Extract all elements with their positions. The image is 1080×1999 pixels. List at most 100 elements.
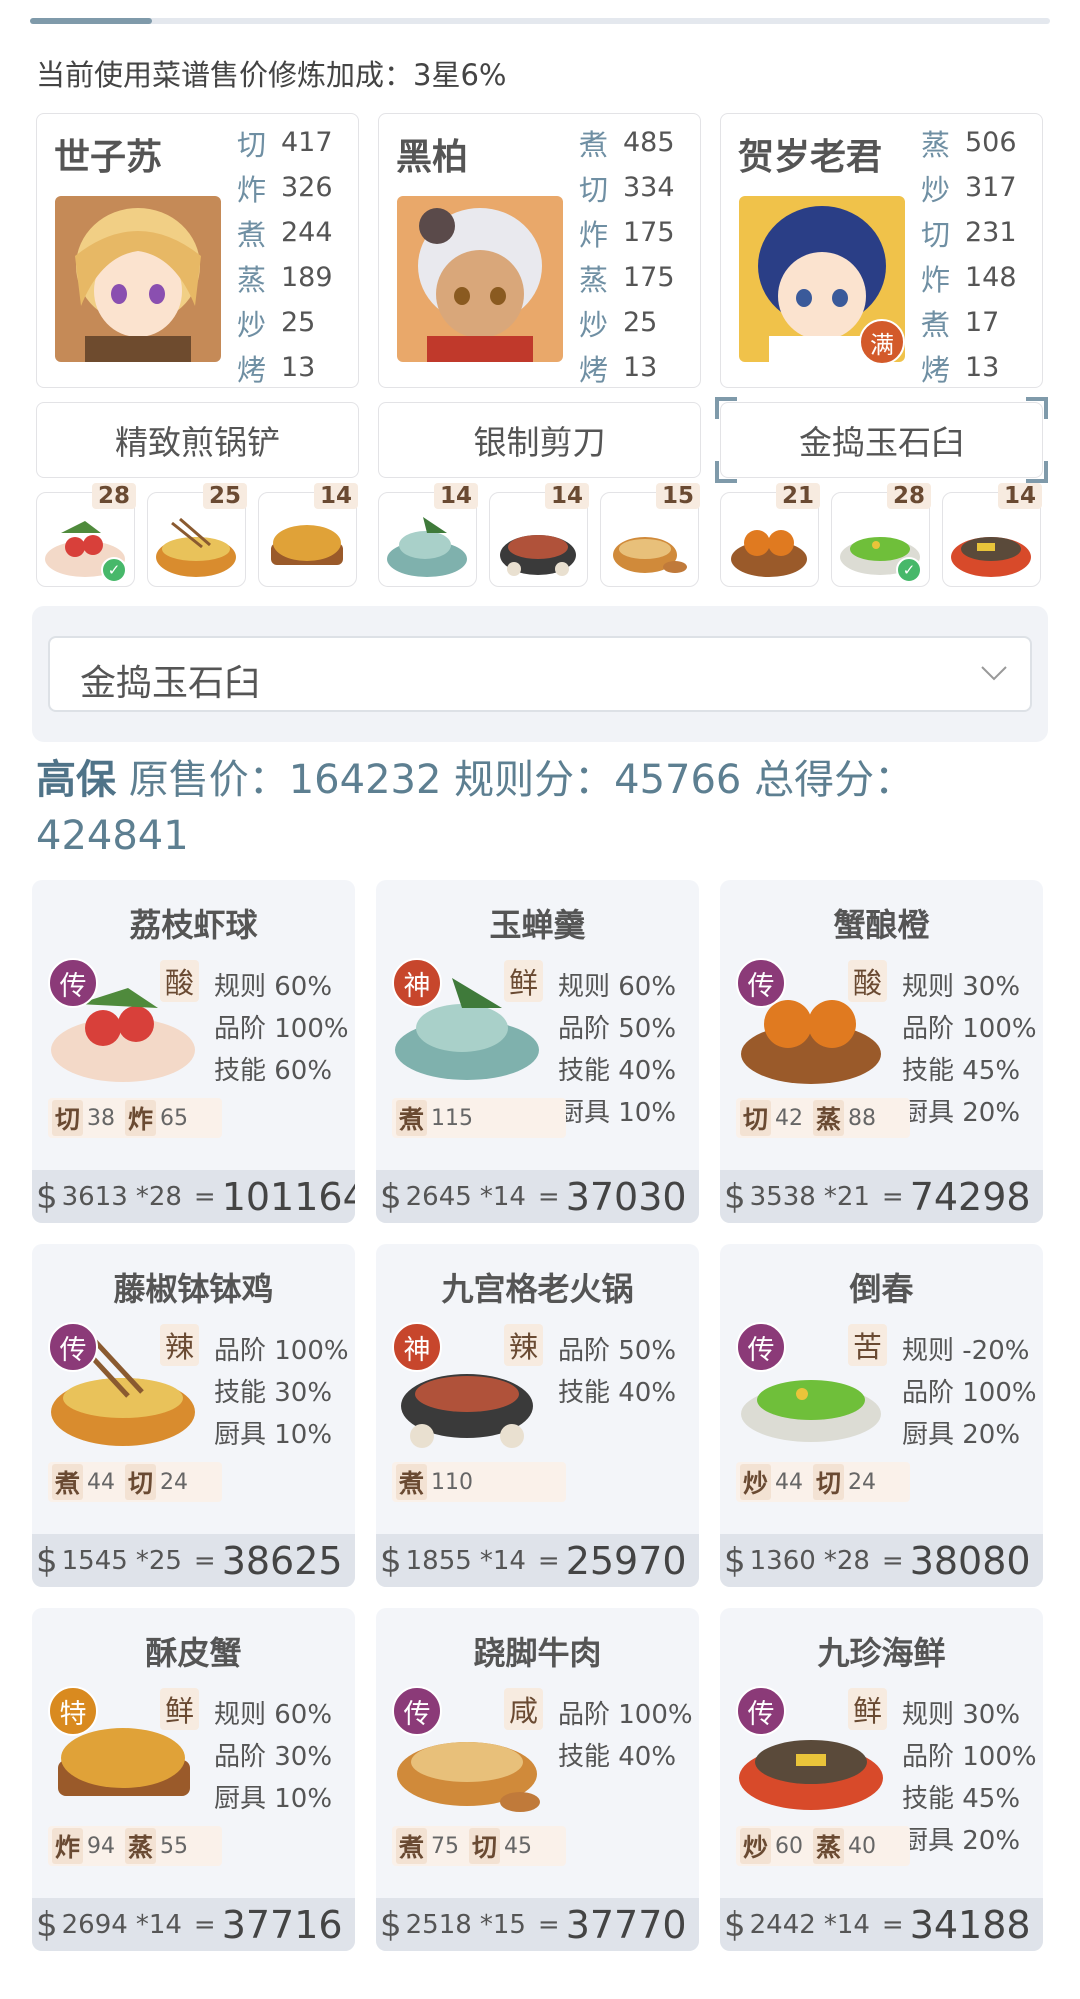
effect-list: 规则 60% 品阶 30% 厨具 10%	[214, 1694, 332, 1820]
tool-button[interactable]: 银制剪刀	[378, 402, 701, 478]
dish-name: 玉蝉羹	[489, 906, 586, 944]
rarity-badge: 特	[48, 1686, 98, 1736]
effect-line: 品阶 30%	[214, 1742, 333, 1772]
effect-list: 规则 -20% 品阶 100% 厨具 20%	[902, 1330, 1037, 1456]
summary-label: 高保	[36, 757, 116, 803]
dish-card[interactable]: 九珍海鲜 传 鲜 规则 30% 品阶 100% 技能 45% 厨具 20% 炒 60 蒸 4…	[720, 1608, 1043, 1951]
progress-bar	[30, 18, 1050, 24]
chef-stats: 切 417 炸 326 煮 244 蒸 189 炒 25 烤 13	[237, 127, 333, 387]
dish-quantity: 15	[655, 483, 700, 509]
skill-requirement: 煮 110	[396, 1464, 473, 1500]
skill-requirement: 切 45	[469, 1828, 532, 1864]
dish-card[interactable]: 倒春 传 苦 规则 -20% 品阶 100% 厨具 20% 炒 44 切 24 $ 136…	[720, 1244, 1043, 1587]
tool-select-panel: 金捣玉石臼	[32, 606, 1048, 742]
price-bar: $ 2518 *15 = 37770	[376, 1898, 699, 1951]
unit-price: 3538	[749, 1181, 816, 1212]
rarity-badge: 传	[392, 1686, 442, 1736]
chef-card[interactable]: 贺岁老君 满 蒸 506 炒 317 切 231 炸 148 煮 17 烤 13	[720, 113, 1043, 388]
effect-line: 技能 45%	[902, 1056, 1021, 1086]
unit-price: 3613	[61, 1181, 128, 1212]
skill-requirement: 切 24	[125, 1464, 188, 1500]
dish-thumb[interactable]: 15	[600, 483, 700, 587]
skill-requirements: 炸 94 蒸 55	[48, 1826, 222, 1866]
skill-requirements: 煮 115	[392, 1098, 566, 1138]
skill-requirements: 煮 75 切 45	[392, 1826, 566, 1866]
dish-name: 九珍海鲜	[817, 1634, 946, 1672]
selection-corner	[715, 397, 737, 419]
dish-card[interactable]: 九宫格老火锅 神 辣 品阶 50% 技能 40% 煮 110 $ 1855 *14 …	[376, 1244, 699, 1587]
dish-card[interactable]: 蟹酿橙 传 酸 规则 30% 品阶 100% 技能 45% 厨具 20% 切 42 蒸 88…	[720, 880, 1043, 1223]
taste-tag: 辣	[504, 1324, 544, 1366]
tool-button[interactable]: 精致煎锅铲	[36, 402, 359, 478]
tool-button-selected[interactable]: 金捣玉石臼	[715, 397, 1048, 483]
skill-requirement: 煮 115	[396, 1100, 473, 1136]
quantity-multiplier: *14	[479, 1181, 526, 1212]
equals-sign: =	[193, 1909, 216, 1940]
effect-line: 技能 30%	[214, 1378, 333, 1408]
skill-requirement: 切 24	[813, 1464, 876, 1500]
chef-card[interactable]: 黑柏 煮 485 切 334 炸 175 蒸 175 炒 25 烤 13	[378, 113, 701, 388]
dish-card[interactable]: 酥皮蟹 特 鲜 规则 60% 品阶 30% 厨具 10% 炸 94 蒸 55 $ 2694…	[32, 1608, 355, 1951]
score-summary: 高保 原售价：164232 规则分：45766 总得分：424841	[36, 752, 1036, 864]
dish-card[interactable]: 玉蝉羹 神 鲜 规则 60% 品阶 50% 技能 40% 厨具 10% 煮 115 $ …	[376, 880, 699, 1223]
effect-line: 品阶 100%	[902, 1378, 1037, 1408]
dish-quantity: 25	[202, 483, 247, 509]
selection-corner	[1026, 461, 1048, 483]
dish-quantity: 14	[544, 483, 589, 509]
total-price: 25970	[565, 1538, 687, 1583]
taste-tag: 鲜	[848, 1688, 888, 1730]
rarity-badge: 传	[736, 1686, 786, 1736]
effect-list: 品阶 100% 技能 30% 厨具 10%	[214, 1330, 349, 1456]
chef-card[interactable]: 世子苏 切 417 炸 326 煮 244 蒸 189 炒 25 烤 13	[36, 113, 359, 388]
skill-requirements: 切 42 蒸 88	[736, 1098, 910, 1138]
skill-requirement: 蒸 88	[813, 1100, 876, 1136]
rarity-badge: 神	[392, 1322, 442, 1372]
summary-text: 原售价：164232 规则分：45766 总得分：424841	[36, 757, 915, 859]
rarity-badge: 传	[736, 1322, 786, 1372]
dish-card[interactable]: 荔枝虾球 传 酸 规则 60% 品阶 100% 技能 60% 切 38 炸 65 $ 36…	[32, 880, 355, 1223]
quantity-multiplier: *14	[823, 1909, 870, 1940]
skill-requirement: 蒸 55	[125, 1828, 188, 1864]
dish-thumb[interactable]: 28 ✓	[831, 483, 931, 587]
effect-line: 技能 40%	[558, 1378, 677, 1408]
equals-sign: =	[881, 1545, 904, 1576]
dollar-icon: $	[724, 1176, 746, 1217]
effect-line: 规则 60%	[214, 972, 333, 1002]
check-icon: ✓	[896, 557, 922, 583]
dish-card[interactable]: 藤椒钵钵鸡 传 辣 品阶 100% 技能 30% 厨具 10% 煮 44 切 24 $ 1…	[32, 1244, 355, 1587]
dish-quantity: 14	[313, 483, 358, 509]
effect-line: 规则 30%	[902, 972, 1021, 1002]
total-price: 101164	[221, 1174, 355, 1219]
price-bar: $ 3538 *21 = 74298	[720, 1170, 1043, 1223]
price-bar: $ 3613 *28 = 101164	[32, 1170, 355, 1223]
skill-requirement: 切 38	[52, 1100, 115, 1136]
unit-price: 2518	[405, 1909, 472, 1940]
dish-thumb[interactable]: 14	[942, 483, 1042, 587]
dollar-icon: $	[36, 1904, 58, 1945]
dish-card[interactable]: 跷脚牛肉 传 咸 品阶 100% 技能 40% 煮 75 切 45 $ 2518 *15…	[376, 1608, 699, 1951]
taste-tag: 酸	[160, 960, 200, 1002]
dish-thumb[interactable]: 25	[147, 483, 247, 587]
skill-requirement: 炸 94	[52, 1828, 115, 1864]
price-bar: $ 2442 *14 = 34188	[720, 1898, 1043, 1951]
equals-sign: =	[193, 1545, 216, 1576]
tool-select[interactable]: 金捣玉石臼	[48, 636, 1032, 712]
dish-thumb[interactable]: 28 ✓	[36, 483, 136, 587]
dish-thumb[interactable]: 14	[258, 483, 358, 587]
quantity-multiplier: *14	[479, 1545, 526, 1576]
equals-sign: =	[537, 1181, 560, 1212]
bonus-text: 当前使用菜谱售价修炼加成：3星6%	[36, 58, 507, 92]
skill-requirement: 煮 44	[52, 1464, 115, 1500]
effect-line: 品阶 50%	[558, 1336, 677, 1366]
effect-line: 规则 -20%	[902, 1336, 1030, 1366]
taste-tag: 酸	[848, 960, 888, 1002]
dish-thumb[interactable]: 14	[489, 483, 589, 587]
equals-sign: =	[537, 1545, 560, 1576]
dish-thumb[interactable]: 14	[378, 483, 478, 587]
dish-thumb[interactable]: 21	[720, 483, 820, 587]
total-price: 34188	[909, 1902, 1031, 1947]
quantity-multiplier: *28	[823, 1545, 870, 1576]
total-price: 37770	[565, 1902, 687, 1947]
total-price: 37030	[565, 1174, 687, 1219]
effect-line: 技能 60%	[214, 1056, 333, 1086]
